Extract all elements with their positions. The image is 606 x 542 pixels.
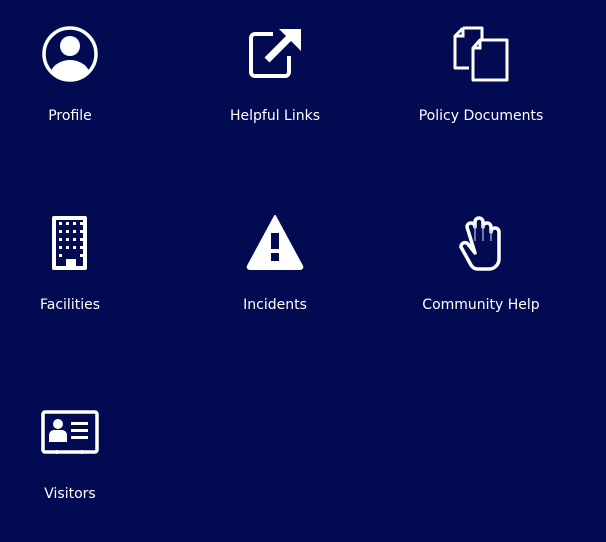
id-card-icon xyxy=(41,410,99,454)
user-circle-icon xyxy=(42,26,98,82)
tile-label: Facilities xyxy=(40,297,100,313)
tile-label: Community Help xyxy=(422,297,540,313)
tile-label: Visitors xyxy=(44,486,96,502)
tile-visitors[interactable]: Visitors xyxy=(0,402,165,542)
tile-label: Helpful Links xyxy=(229,108,321,124)
tile-label: Incidents xyxy=(243,297,307,313)
warning-icon xyxy=(246,215,304,270)
documents-icon xyxy=(453,26,509,82)
tile-profile[interactable]: Profile xyxy=(0,24,165,164)
tile-helpful-links[interactable]: Helpful Links xyxy=(180,24,370,164)
tile-label: Policy Documents xyxy=(418,108,544,124)
tile-label: Profile xyxy=(48,108,92,124)
tile-facilities[interactable]: Facilities xyxy=(0,213,165,353)
external-link-icon xyxy=(249,29,301,78)
tile-incidents[interactable]: Incidents xyxy=(180,213,370,353)
tile-community-help[interactable]: Community Help xyxy=(386,213,576,353)
tile-policy-documents[interactable]: Policy Documents xyxy=(386,24,576,164)
hand-icon xyxy=(459,216,501,271)
building-icon xyxy=(52,216,87,270)
